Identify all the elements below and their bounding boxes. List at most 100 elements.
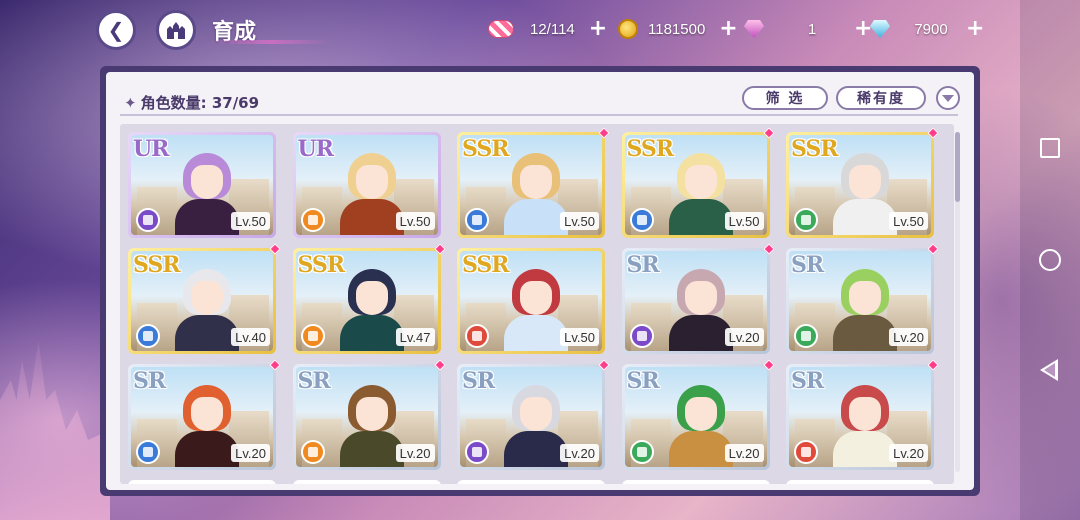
character-card[interactable]: SR Lv.20 bbox=[621, 359, 775, 470]
level-label: Lv.20 bbox=[889, 444, 928, 462]
attribute-type-icon bbox=[794, 208, 818, 232]
character-card[interactable]: SSR Lv.50 bbox=[457, 127, 610, 238]
level-label: Lv.50 bbox=[889, 212, 928, 230]
gold-value: 1181500 bbox=[648, 20, 706, 38]
character-face bbox=[355, 397, 388, 431]
home-button[interactable] bbox=[156, 10, 196, 50]
sort-order-toggle[interactable] bbox=[936, 86, 960, 110]
blue-gem-resource: 7900 + bbox=[870, 17, 984, 41]
character-panel: ✦ 角色数量: 37/69 筛 选 稀有度 UR Lv.50 UR Lv.50 SSR Lv… bbox=[100, 66, 980, 496]
header-divider bbox=[120, 114, 958, 116]
character-body bbox=[668, 315, 733, 351]
attribute-glyph-icon bbox=[472, 447, 482, 457]
attribute-glyph-icon bbox=[801, 447, 811, 457]
attribute-type-icon bbox=[300, 208, 325, 232]
character-face bbox=[849, 397, 881, 431]
filter-button[interactable]: 筛 选 bbox=[742, 86, 828, 110]
character-face bbox=[520, 397, 552, 431]
attribute-type-icon bbox=[136, 324, 160, 348]
attribute-type-icon bbox=[629, 208, 654, 232]
home-system-button[interactable] bbox=[1039, 249, 1061, 271]
character-card[interactable]: UR Lv.50 bbox=[128, 132, 276, 238]
blue-gem-value: 7900 bbox=[914, 20, 948, 38]
attribute-type-icon bbox=[136, 440, 160, 464]
character-body bbox=[833, 431, 897, 467]
level-label: Lv.50 bbox=[724, 212, 764, 230]
character-card[interactable]: SSR Lv.50 bbox=[621, 127, 775, 238]
character-card[interactable]: SR Lv.20 bbox=[621, 243, 775, 354]
character-face bbox=[520, 165, 552, 199]
character-face bbox=[355, 281, 388, 315]
attribute-glyph-icon bbox=[307, 447, 318, 457]
attribute-glyph-icon bbox=[307, 331, 318, 341]
blue-gem-icon bbox=[870, 20, 890, 38]
character-card[interactable]: SSR Lv.40 bbox=[128, 243, 281, 354]
rarity-badge: SSR bbox=[462, 136, 510, 162]
count-value: 37/69 bbox=[211, 94, 260, 112]
rarity-badge: UR bbox=[133, 136, 169, 162]
character-body bbox=[339, 199, 404, 235]
character-body bbox=[504, 199, 568, 235]
attribute-type-icon bbox=[300, 440, 325, 464]
character-face bbox=[520, 281, 552, 315]
system-navigation-bar bbox=[1020, 0, 1080, 520]
rarity-badge: SR bbox=[626, 368, 660, 394]
scrollbar-thumb[interactable] bbox=[955, 132, 960, 202]
rarity-badge: SSR bbox=[791, 136, 839, 162]
character-card-partial[interactable] bbox=[128, 480, 276, 484]
character-card-partial[interactable] bbox=[457, 480, 605, 484]
character-card-partial[interactable] bbox=[621, 480, 770, 484]
character-body bbox=[504, 431, 568, 467]
character-card[interactable]: SSR Lv.50 bbox=[786, 127, 939, 238]
attribute-glyph-icon bbox=[143, 331, 153, 341]
back-system-button[interactable] bbox=[1040, 359, 1058, 381]
rarity-badge: SR bbox=[133, 368, 166, 394]
character-body bbox=[339, 315, 404, 351]
panel-inner: ✦ 角色数量: 37/69 筛 选 稀有度 UR Lv.50 UR Lv.50 SSR Lv… bbox=[106, 72, 974, 490]
level-label: Lv.20 bbox=[560, 444, 599, 462]
attribute-type-icon bbox=[465, 208, 489, 232]
rarity-sort-button[interactable]: 稀有度 bbox=[836, 86, 926, 110]
rarity-badge: SSR bbox=[297, 252, 346, 278]
level-label: Lv.50 bbox=[560, 328, 599, 346]
character-body bbox=[833, 199, 897, 235]
character-card[interactable]: SR Lv.20 bbox=[128, 359, 281, 470]
character-card[interactable]: SR Lv.20 bbox=[457, 359, 610, 470]
character-face bbox=[191, 165, 223, 199]
character-card[interactable]: UR Lv.50 bbox=[292, 132, 441, 238]
candy-add-button[interactable]: + bbox=[589, 18, 607, 40]
attribute-glyph-icon bbox=[636, 447, 647, 457]
level-label: Lv.20 bbox=[724, 444, 764, 462]
character-body bbox=[668, 199, 733, 235]
character-card[interactable]: SSR Lv.50 bbox=[457, 248, 605, 354]
attribute-type-icon bbox=[136, 208, 160, 232]
character-card-partial[interactable] bbox=[292, 480, 441, 484]
attribute-type-icon bbox=[465, 324, 489, 348]
character-card[interactable]: SSR Lv.47 bbox=[292, 243, 446, 354]
character-card-partial[interactable] bbox=[786, 480, 934, 484]
character-face bbox=[191, 281, 223, 315]
level-label: Lv.50 bbox=[560, 212, 599, 230]
character-count: ✦ 角色数量: 37/69 bbox=[124, 94, 260, 112]
gold-add-button[interactable]: + bbox=[719, 18, 737, 40]
attribute-glyph-icon bbox=[143, 215, 153, 225]
recent-apps-button[interactable] bbox=[1040, 138, 1060, 158]
candy-resource: 12/114 + bbox=[488, 17, 607, 41]
character-card[interactable]: SR Lv.20 bbox=[292, 359, 446, 470]
level-label: Lv.50 bbox=[395, 212, 435, 230]
character-card[interactable]: SR Lv.20 bbox=[786, 243, 939, 354]
rarity-badge: UR bbox=[297, 136, 334, 162]
chevron-down-icon bbox=[942, 94, 954, 102]
character-face bbox=[684, 281, 717, 315]
attribute-type-icon bbox=[629, 440, 654, 464]
grid-scrollbar[interactable] bbox=[955, 132, 960, 472]
back-button[interactable]: ❮ bbox=[96, 10, 136, 50]
rarity-badge: SR bbox=[462, 368, 495, 394]
character-body bbox=[175, 199, 239, 235]
count-label-text: 角色数量 bbox=[140, 94, 201, 112]
character-card[interactable]: SR Lv.20 bbox=[786, 359, 939, 470]
character-body bbox=[339, 431, 404, 467]
character-face bbox=[355, 165, 388, 199]
blue-gem-add-button[interactable]: + bbox=[966, 18, 984, 40]
character-face bbox=[684, 397, 717, 431]
